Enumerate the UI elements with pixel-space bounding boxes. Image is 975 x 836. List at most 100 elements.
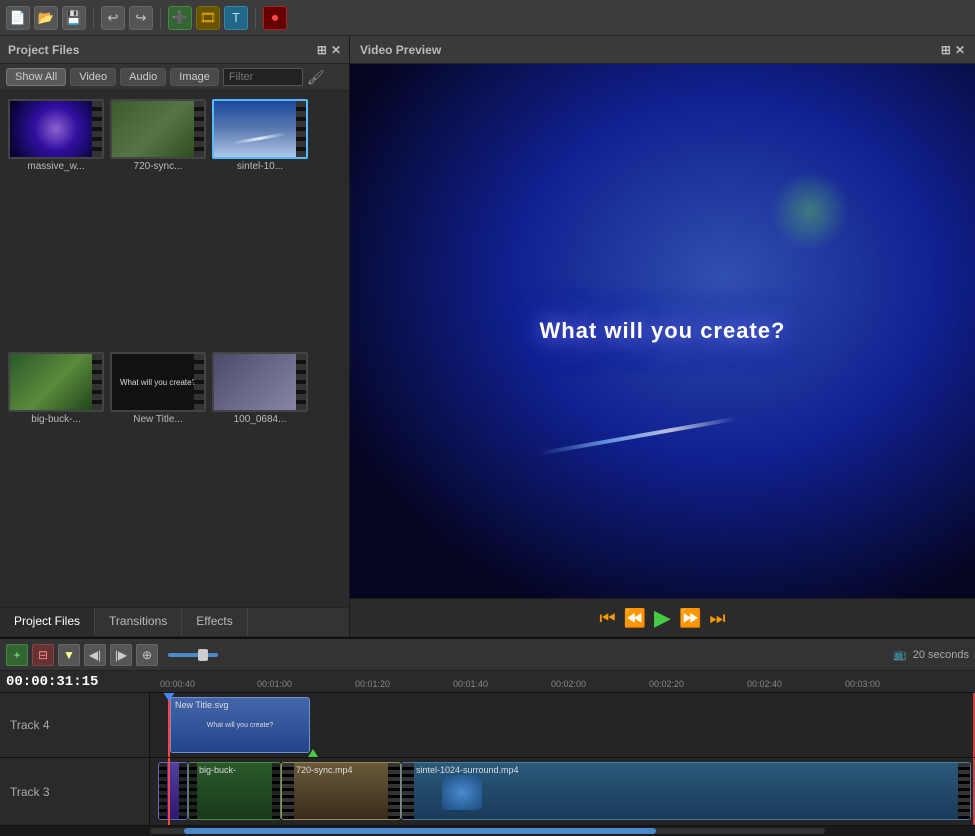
rewind-button[interactable]: ⏪ bbox=[624, 608, 646, 629]
ruler-mark-8: 00:03:00 bbox=[845, 679, 880, 689]
scrollbar-thumb[interactable] bbox=[184, 828, 657, 834]
track-4-label: Track 4 bbox=[0, 693, 150, 757]
thumb-item-bigbuck[interactable]: big-buck-... bbox=[8, 352, 104, 599]
playhead-track4 bbox=[168, 693, 170, 757]
header-icons: ⊞ ✕ bbox=[317, 43, 341, 57]
scrollbar-track[interactable] bbox=[150, 828, 825, 834]
film-left-bigbuck bbox=[189, 763, 197, 819]
thumb-item-sintel[interactable]: sintel-10... bbox=[212, 99, 308, 346]
track-3-label: Track 3 bbox=[0, 758, 150, 825]
thumb-label-100: 100_0684... bbox=[212, 414, 308, 425]
thumb-item-newtitle[interactable]: What will you create? New Title... bbox=[110, 352, 206, 599]
clip-massive[interactable] bbox=[158, 762, 188, 820]
ruler-mark-5: 00:02:00 bbox=[551, 679, 586, 689]
jump-start-button[interactable]: ⏮ bbox=[599, 608, 615, 629]
track-4-row: Track 4 What will you create? New Title.… bbox=[0, 693, 975, 758]
jump-next-button[interactable]: |▶ bbox=[110, 644, 132, 666]
image-filter-button[interactable]: Image bbox=[170, 68, 219, 86]
project-files-header: Project Files ⊞ ✕ bbox=[0, 36, 349, 64]
clip-sintel[interactable]: sintel-1024-surround.mp4 bbox=[401, 762, 971, 820]
thumb-item-720sync[interactable]: 720-sync... bbox=[110, 99, 206, 346]
ruler-mark-7: 00:02:40 bbox=[747, 679, 782, 689]
timeline: + ⊟ ▼ ◀| |▶ ⊕ 📺 20 seconds 00:00:31:15 0… bbox=[0, 637, 975, 836]
tab-project-files[interactable]: Project Files bbox=[0, 608, 95, 636]
preview-pin-icon[interactable]: ⊞ bbox=[941, 43, 951, 57]
clip-button[interactable]: 🎞 bbox=[196, 6, 220, 30]
center-button[interactable]: ⊕ bbox=[136, 644, 158, 666]
timeline-scrollbar bbox=[0, 826, 975, 836]
thumb-item-100[interactable]: 100_0684... bbox=[212, 352, 308, 599]
clip-720sync[interactable]: 720-sync.mp4 bbox=[281, 762, 401, 820]
fast-forward-button[interactable]: ⏩ bbox=[679, 608, 701, 629]
filter-timeline-button[interactable]: ▼ bbox=[58, 644, 80, 666]
playhead-track3 bbox=[168, 758, 170, 825]
film-left bbox=[159, 763, 167, 819]
filter-input[interactable] bbox=[223, 68, 303, 86]
thumb-label-massive: massive_w... bbox=[8, 161, 104, 172]
import-button[interactable]: ➕ bbox=[168, 6, 192, 30]
clip-new-title[interactable]: What will you create? New Title.svg bbox=[170, 697, 310, 753]
jump-end-button[interactable]: ⏭ bbox=[709, 608, 725, 629]
pin-icon[interactable]: ⊞ bbox=[317, 43, 327, 57]
zoom-label-area: 📺 20 seconds bbox=[893, 648, 969, 661]
redo-button[interactable]: ↪ bbox=[129, 6, 153, 30]
jump-prev-button[interactable]: ◀| bbox=[84, 644, 106, 666]
sintel-thumb bbox=[442, 775, 482, 810]
ruler-mark-2: 00:01:00 bbox=[257, 679, 292, 689]
play-button[interactable]: ▶ bbox=[654, 605, 671, 631]
zoom-thumb[interactable] bbox=[198, 649, 208, 661]
close-icon[interactable]: ✕ bbox=[331, 43, 341, 57]
save-button[interactable]: 💾 bbox=[62, 6, 86, 30]
project-files-title: Project Files bbox=[8, 43, 79, 57]
toolbar-separator-2 bbox=[160, 7, 161, 29]
open-button[interactable]: 📂 bbox=[34, 6, 58, 30]
preview-title: Video Preview bbox=[360, 43, 441, 57]
track-3-content[interactable]: big-buck- 720-sync.mp4 sintel-1024-surro… bbox=[150, 758, 975, 825]
video-filter-button[interactable]: Video bbox=[70, 68, 116, 86]
tab-effects[interactable]: Effects bbox=[182, 608, 247, 636]
track-3-row: Track 3 big-buck- bbox=[0, 758, 975, 826]
tab-transitions[interactable]: Transitions bbox=[95, 608, 182, 636]
time-display: 00:00:31:15 bbox=[6, 671, 98, 692]
track-4-content[interactable]: What will you create? New Title.svg bbox=[150, 693, 975, 757]
clip-bigbuck-label: big-buck- bbox=[199, 765, 236, 775]
playback-controls: ⏮ ⏪ ▶ ⏩ ⏭ bbox=[350, 598, 975, 637]
ruler-mark-4: 00:01:40 bbox=[453, 679, 488, 689]
toolbar-separator-1 bbox=[93, 7, 94, 29]
title-button[interactable]: T bbox=[224, 6, 248, 30]
timeline-ruler: 00:00:31:15 00:00:40 00:01:00 00:01:20 0… bbox=[0, 671, 975, 693]
clip-title-text: What will you create? bbox=[207, 722, 274, 729]
left-panel: Project Files ⊞ ✕ Show All Video Audio I… bbox=[0, 36, 350, 637]
filter-clear-button[interactable]: 🖌 bbox=[307, 69, 325, 86]
thumbnails-grid: massive_w... 720-sync... sintel-10... bbox=[0, 91, 349, 607]
bottom-tabs: Project Files Transitions Effects bbox=[0, 607, 349, 637]
record-button[interactable]: ⏺ bbox=[263, 6, 287, 30]
new-button[interactable]: 📄 bbox=[6, 6, 30, 30]
show-all-button[interactable]: Show All bbox=[6, 68, 66, 86]
sintel-film-right bbox=[958, 763, 970, 819]
clip-bigbuck[interactable]: big-buck- bbox=[188, 762, 281, 820]
remove-track-button[interactable]: ⊟ bbox=[32, 644, 54, 666]
film-strip-left bbox=[282, 763, 294, 819]
track-area: Track 4 What will you create? New Title.… bbox=[0, 693, 975, 826]
timeline-toolbar: + ⊟ ▼ ◀| |▶ ⊕ 📺 20 seconds bbox=[0, 639, 975, 671]
thumb-label-newtitle: New Title... bbox=[110, 414, 206, 425]
track-4-name: Track 4 bbox=[10, 718, 50, 732]
zoom-area bbox=[168, 653, 218, 657]
filter-bar: Show All Video Audio Image 🖌 bbox=[0, 64, 349, 91]
preview-close-icon[interactable]: ✕ bbox=[955, 43, 965, 57]
toolbar-separator-3 bbox=[255, 7, 256, 29]
main-toolbar: 📄 📂 💾 ↩ ↪ ➕ 🎞 T ⏺ bbox=[0, 0, 975, 36]
ruler-mark-1: 00:00:40 bbox=[160, 679, 195, 689]
undo-button[interactable]: ↩ bbox=[101, 6, 125, 30]
audio-filter-button[interactable]: Audio bbox=[120, 68, 166, 86]
zoom-slider[interactable] bbox=[168, 653, 218, 657]
preview-header-icons: ⊞ ✕ bbox=[941, 43, 965, 57]
playhead-head-track4 bbox=[162, 693, 176, 701]
ruler-mark-6: 00:02:20 bbox=[649, 679, 684, 689]
add-track-button[interactable]: + bbox=[6, 644, 28, 666]
clip-title-label: New Title.svg bbox=[175, 700, 229, 710]
sintel-film-left bbox=[402, 763, 414, 819]
thumb-item-massive[interactable]: massive_w... bbox=[8, 99, 104, 346]
thumb-label-bigbuck: big-buck-... bbox=[8, 414, 104, 425]
